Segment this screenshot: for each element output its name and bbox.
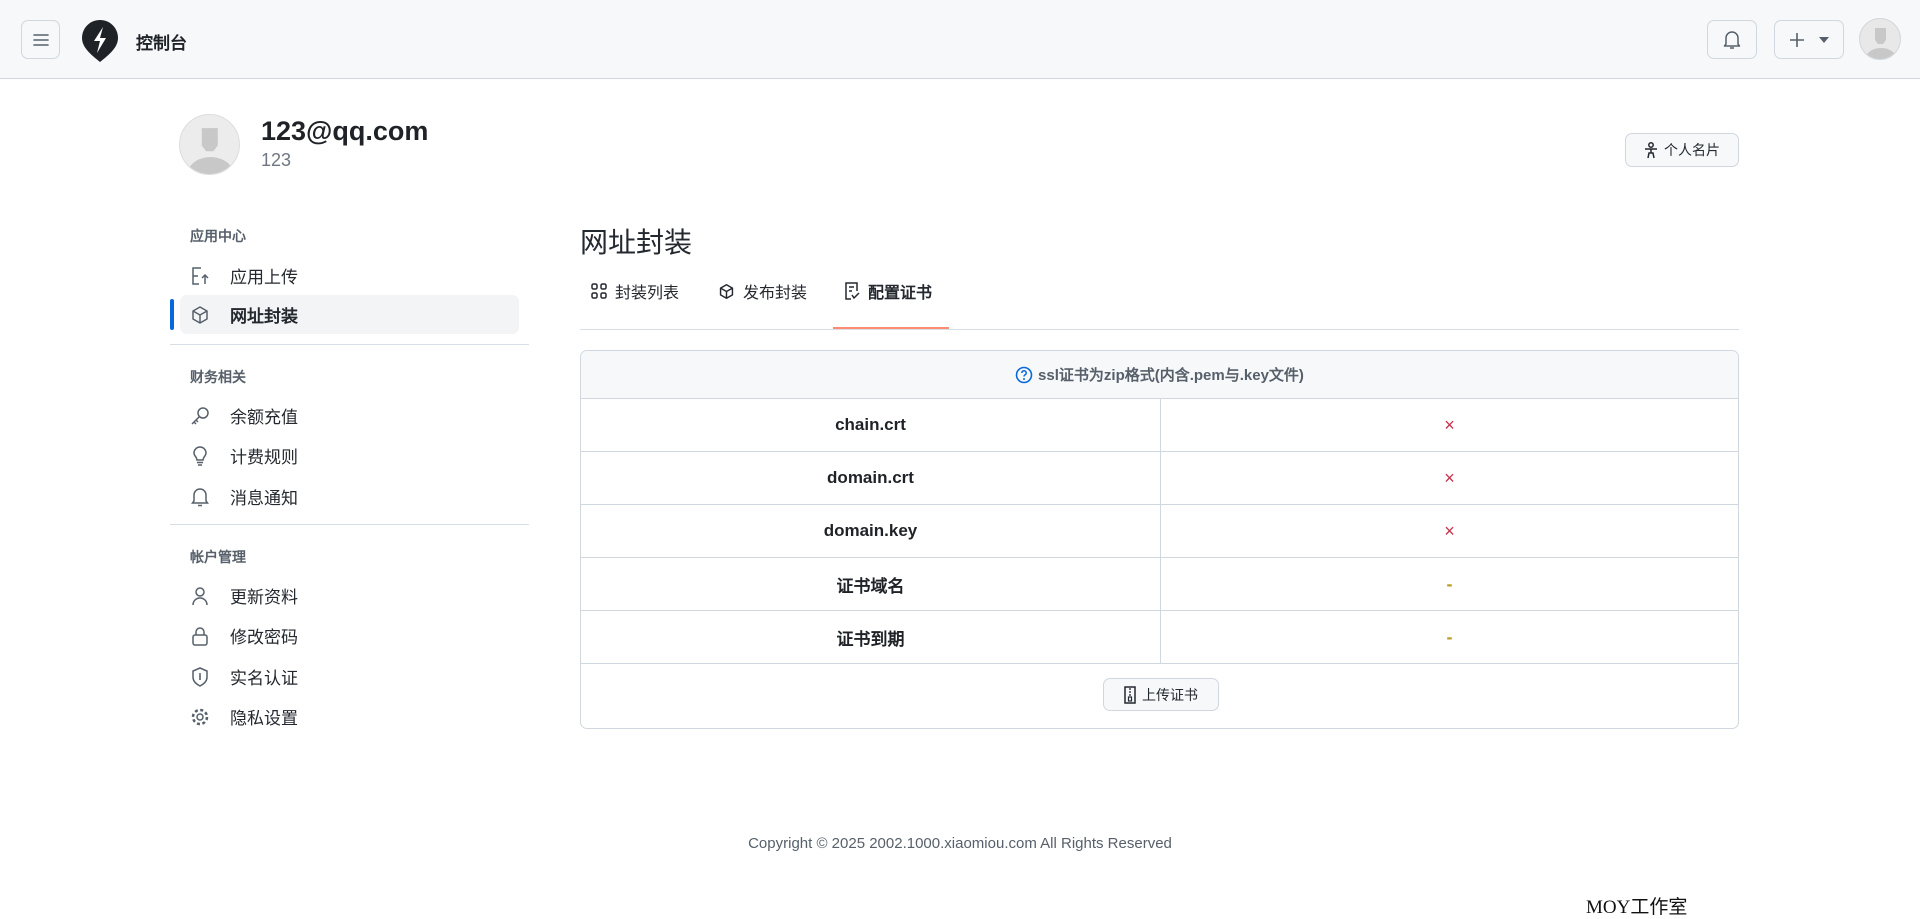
upload-file-icon [190, 266, 210, 286]
table-row: 证书域名 - [581, 558, 1738, 611]
table-row: chain.crt × [581, 399, 1738, 452]
caret-down-icon [1819, 36, 1829, 43]
row-value: - [1446, 573, 1453, 594]
sidebar-item-privacy[interactable]: 隐私设置 [180, 697, 519, 736]
profile-avatar [179, 114, 240, 175]
page-title: 网址封装 [580, 227, 693, 258]
section-account: 帐户管理 [190, 549, 246, 565]
table-row: domain.crt × [581, 452, 1738, 505]
tabs-border [580, 329, 1739, 330]
row-key: 证书域名 [581, 558, 1161, 610]
row-key: domain.key [581, 505, 1161, 557]
accessibility-icon [1644, 141, 1658, 159]
bell-icon [1723, 30, 1741, 50]
logo-bolt-icon[interactable] [81, 19, 119, 63]
profile-username: 123 [261, 150, 292, 170]
sidebar-item-label: 余额充值 [230, 408, 298, 427]
sidebar-item-change-password[interactable]: 修改密码 [180, 616, 519, 655]
plus-icon [1789, 32, 1805, 48]
app-title: 控制台 [136, 34, 187, 53]
sidebar-item-label: 实名认证 [230, 669, 298, 688]
active-tab-underline [833, 327, 949, 329]
upload-button-label: 上传证书 [1142, 686, 1198, 703]
watermark: MOY工作室 [1586, 897, 1688, 918]
sidebar-item-label: 网址封装 [230, 307, 298, 326]
cube-icon [718, 283, 743, 300]
row-key: domain.crt [581, 452, 1161, 504]
file-zip-icon [1124, 685, 1136, 704]
personal-card-button[interactable]: 个人名片 [1625, 133, 1739, 167]
person-icon [190, 586, 210, 606]
sidebar-item-label: 应用上传 [230, 268, 298, 287]
profile-email: 123@qq.com [261, 116, 429, 146]
menu-icon [32, 33, 49, 47]
menu-button[interactable] [21, 20, 60, 59]
copyright: Copyright © 2025 2002.1000.xiaomiou.com … [748, 835, 1172, 852]
active-indicator [170, 299, 174, 330]
sidebar-item-label: 计费规则 [230, 448, 298, 467]
sidebar-item-recharge[interactable]: 余额充值 [180, 396, 519, 435]
key-icon [190, 406, 210, 426]
upload-certificate-button[interactable]: 上传证书 [1103, 678, 1219, 711]
sidebar-item-notifications[interactable]: 消息通知 [180, 477, 519, 516]
table-row: domain.key × [581, 505, 1738, 558]
sidebar-item-url-wrap[interactable]: 网址封装 [180, 295, 519, 334]
sidebar-item-update-profile[interactable]: 更新资料 [180, 576, 519, 615]
row-value: - [1446, 626, 1453, 647]
row-value: × [1444, 414, 1455, 435]
sidebar-item-label: 更新资料 [230, 588, 298, 607]
section-finance: 财务相关 [190, 369, 246, 385]
table-row: 证书到期 - [581, 611, 1738, 664]
row-key: chain.crt [581, 399, 1161, 451]
sidebar-item-label: 修改密码 [230, 628, 298, 647]
cube-icon [190, 305, 210, 325]
section-app-center: 应用中心 [190, 228, 246, 244]
personal-card-label: 个人名片 [1664, 142, 1720, 158]
divider [170, 524, 529, 525]
bell-icon [190, 487, 210, 507]
row-key: 证书到期 [581, 611, 1161, 663]
notifications-button[interactable] [1707, 20, 1757, 59]
tab-wrap-list[interactable]: 封装列表 [591, 279, 679, 303]
tab-configure-certificate[interactable]: 配置证书 [844, 279, 932, 303]
shield-icon [190, 666, 210, 687]
sidebar-item-label: 消息通知 [230, 489, 298, 508]
certificate-table: ssl证书为zip格式(内含.pem与.key文件) chain.crt × do… [580, 350, 1739, 729]
row-value: × [1444, 467, 1455, 488]
top-header: 控制台 [0, 0, 1920, 79]
grid-icon [591, 283, 615, 299]
help-circle-icon [1015, 366, 1033, 384]
table-header: ssl证书为zip格式(内含.pem与.key文件) [581, 351, 1738, 399]
user-avatar[interactable] [1859, 18, 1901, 60]
sidebar-item-real-name[interactable]: 实名认证 [180, 657, 519, 696]
gear-icon [190, 707, 210, 727]
sidebar-item-label: 隐私设置 [230, 709, 298, 728]
table-header-text: ssl证书为zip格式(内含.pem与.key文件) [1038, 367, 1304, 384]
tab-publish-wrap[interactable]: 发布封装 [718, 279, 807, 303]
divider [170, 344, 529, 345]
tab-label: 封装列表 [615, 285, 680, 302]
tab-label: 发布封装 [743, 285, 808, 302]
lock-icon [190, 626, 210, 646]
tab-label: 配置证书 [868, 285, 933, 302]
create-new-button[interactable] [1774, 20, 1844, 59]
row-value: × [1444, 520, 1455, 541]
sidebar-item-app-upload[interactable]: 应用上传 [180, 256, 519, 295]
sidebar-item-billing-rules[interactable]: 计费规则 [180, 436, 519, 475]
checklist-icon [844, 282, 868, 300]
lightbulb-icon [190, 445, 210, 466]
